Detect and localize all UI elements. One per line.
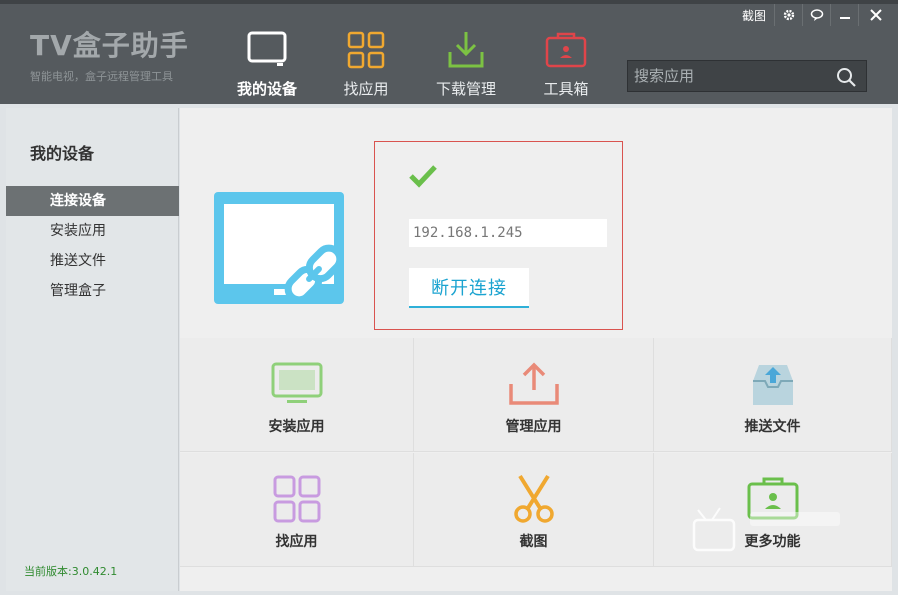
inbox-upload-icon	[752, 365, 793, 405]
sidebar-menu: 连接设备 安装应用 推送文件 管理盒子	[6, 186, 179, 306]
nav-label: 我的设备	[236, 80, 297, 98]
sidebar-item-manage-box[interactable]: 管理盒子	[6, 276, 179, 306]
feedback-button[interactable]	[802, 4, 830, 26]
tile-screenshot[interactable]: 截图	[414, 453, 654, 567]
tv-link-icon	[214, 192, 344, 304]
tile-label: 截图	[519, 534, 548, 550]
sidebar-title: 我的设备	[30, 144, 95, 163]
download-icon	[421, 28, 511, 72]
sidebar-item-push-files[interactable]: 推送文件	[6, 246, 179, 276]
search-box	[627, 60, 867, 92]
check-icon	[409, 165, 437, 188]
search-input[interactable]	[628, 61, 828, 91]
grid-icon	[321, 28, 411, 72]
tile-label: 安装应用	[268, 419, 325, 435]
tile-label: 推送文件	[744, 419, 801, 435]
search-icon[interactable]	[836, 67, 856, 87]
sidebar-item-connect-device[interactable]: 连接设备	[6, 186, 179, 216]
sidebar-item-install-apps[interactable]: 安装应用	[6, 216, 179, 246]
gear-icon	[783, 9, 794, 21]
grid-icon	[273, 475, 320, 523]
device-ip-field: 192.168.1.245	[409, 219, 607, 247]
version-label: 当前版本:3.0.42.1	[24, 565, 118, 578]
tile-manage-apps[interactable]: 管理应用	[414, 338, 654, 452]
minimize-button[interactable]	[830, 4, 858, 26]
tile-label: 管理应用	[505, 419, 562, 435]
chat-bubble-icon	[810, 9, 823, 21]
nav-label: 找应用	[343, 80, 389, 98]
tile-push-files[interactable]: 推送文件	[654, 338, 892, 452]
close-button[interactable]	[858, 4, 892, 26]
upload-icon	[508, 362, 559, 405]
nav-find-apps[interactable]: 找应用	[321, 28, 411, 99]
connection-panel: 192.168.1.245 断开连接	[374, 141, 623, 330]
nav-label: 工具箱	[543, 80, 589, 98]
close-icon	[869, 9, 882, 21]
header: TV盒子助手 智能电视，盒子远程管理工具 我的设备 找应用 下载管理 工具箱 截…	[0, 0, 898, 104]
nav-toolbox[interactable]: 工具箱	[521, 28, 611, 99]
tile-label: 找应用	[275, 534, 318, 550]
screenshot-button[interactable]: 截图	[734, 7, 774, 24]
disconnect-button[interactable]: 断开连接	[409, 268, 529, 308]
nav-label: 下载管理	[435, 80, 496, 98]
sidebar: 我的设备 连接设备 安装应用 推送文件 管理盒子 当前版本:3.0.42.1	[6, 108, 179, 591]
tile-install-apps[interactable]: 安装应用	[180, 338, 414, 452]
tile-find-apps[interactable]: 找应用	[180, 453, 414, 567]
minimize-icon	[839, 17, 850, 19]
window-controls: 截图	[734, 4, 892, 26]
toolbox-icon	[521, 28, 611, 72]
watermark-logo	[692, 507, 840, 552]
nav-download-manager[interactable]: 下载管理	[421, 28, 511, 99]
nav-my-devices[interactable]: 我的设备	[222, 28, 312, 99]
tv-install-icon	[271, 362, 322, 403]
settings-button[interactable]	[774, 4, 802, 26]
tv-icon	[222, 28, 312, 72]
scissors-icon	[513, 474, 554, 523]
